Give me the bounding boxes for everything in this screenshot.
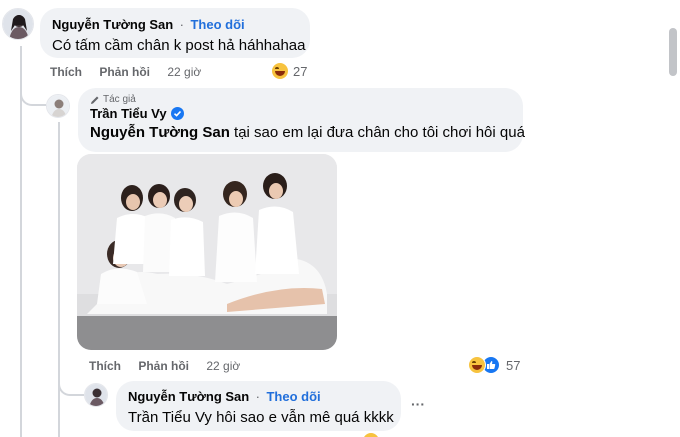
pencil-icon — [90, 95, 100, 105]
follow-button[interactable]: Theo dõi — [266, 389, 320, 404]
reply-author[interactable]: Nguyễn Tường San — [128, 389, 249, 404]
thread-line-main — [20, 46, 22, 437]
more-icon[interactable]: ··· — [411, 396, 425, 412]
comment-author[interactable]: Nguyễn Tường San — [52, 17, 173, 32]
mention-tag[interactable]: Nguyễn Tường San — [90, 124, 230, 141]
mention-tag[interactable]: Trần Tiểu Vy — [128, 409, 212, 426]
scrollbar[interactable] — [666, 0, 680, 437]
verified-icon — [170, 107, 184, 120]
reaction-count: 57 — [506, 357, 521, 373]
separator-dot: · — [179, 17, 185, 32]
reply-author[interactable]: Trần Tiểu Vy — [90, 106, 167, 121]
separator-dot: · — [255, 389, 261, 404]
haha-icon — [468, 356, 486, 374]
reply-text: tại sao em lại đưa chân cho tôi chơi hôi… — [234, 124, 525, 141]
follow-button[interactable]: Theo dõi — [190, 17, 244, 32]
reply-actions: Thích Phản hồi 22 giờ — [89, 359, 254, 373]
comment-bubble: Nguyễn Tường San · Theo dõi Có tấm cầm c… — [40, 8, 310, 58]
thread-curve-reply2 — [58, 378, 84, 396]
reply-text-line: Nguyễn Tường San tại sao em lại đưa chân… — [90, 124, 525, 141]
reaction-summary[interactable]: 27 — [271, 62, 307, 80]
comment-actions: Thích Phản hồi 22 giờ — [50, 65, 215, 79]
reaction-summary[interactable]: 57 — [468, 356, 520, 374]
like-button[interactable]: Thích — [50, 65, 82, 79]
reply-text: hôi sao e vẫn mê quá kkkk — [216, 409, 394, 426]
reaction-peek — [362, 432, 380, 437]
haha-icon — [271, 62, 289, 80]
reply-bubble: Nguyễn Tường San · Theo dõi Trần Tiểu Vy… — [116, 381, 401, 431]
thread-curve-reply — [20, 88, 46, 106]
reply-time[interactable]: 22 giờ — [206, 359, 240, 373]
reply-bubble: Tác giả Trần Tiểu Vy Nguyễn Tường San tạ… — [78, 88, 525, 152]
comment-photo[interactable] — [77, 154, 337, 350]
comment-time[interactable]: 22 giờ — [167, 65, 201, 79]
reply-button[interactable]: Phản hồi — [99, 65, 150, 79]
comment-text: Có tấm cầm chân k post hả háhhahaa — [52, 37, 306, 54]
like-button[interactable]: Thích — [89, 359, 121, 373]
author-badge: Tác giả — [103, 94, 136, 105]
scrollbar-thumb[interactable] — [669, 28, 677, 76]
avatar[interactable] — [84, 383, 108, 407]
reply-text-line: Trần Tiểu Vy hôi sao e vẫn mê quá kkkk — [128, 409, 394, 426]
avatar[interactable] — [2, 8, 34, 40]
reply-button[interactable]: Phản hồi — [138, 359, 189, 373]
haha-icon — [362, 432, 380, 437]
avatar[interactable] — [46, 94, 70, 118]
reaction-count: 27 — [293, 63, 308, 79]
